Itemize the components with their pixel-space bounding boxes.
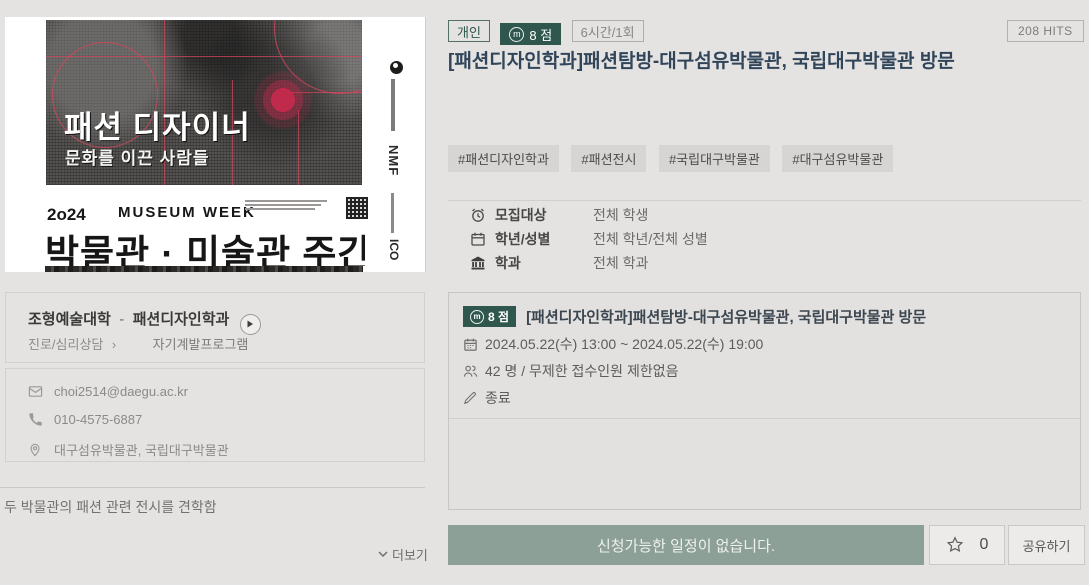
points-label: 8 점 <box>529 25 552 44</box>
phone-row: 010-4575-6887 <box>28 412 424 427</box>
poster-decor-line <box>46 56 362 57</box>
poster-title: 패션 디자이너 <box>64 102 251 147</box>
department-name: 패션디자인학과 <box>133 311 230 328</box>
info-value: 전체 학과 <box>593 253 648 273</box>
hits-counter: 208 HITS <box>1007 20 1084 42</box>
subcategory-label: 자기계발프로그램 <box>153 337 249 352</box>
info-value: 전체 학생 <box>593 205 648 225</box>
info-row-department: 학과 전체 학과 <box>470 253 648 273</box>
schedule-points-badge: m 8 점 <box>463 306 516 327</box>
schedule-date: 2024.05.22(수) 13:00 ~ 2024.05.22(수) 19:0… <box>485 334 763 354</box>
program-description: 두 박물관의 패션 관련 전시를 견학함 <box>4 497 414 517</box>
poster-side-smalltext <box>391 193 394 233</box>
tag[interactable]: #대구섬유박물관 <box>782 145 893 172</box>
bank-icon <box>470 255 487 271</box>
poster-side-ico: ICO <box>387 239 401 260</box>
star-icon <box>946 536 964 554</box>
phone-value: 010-4575-6887 <box>54 412 142 427</box>
chevron-down-icon <box>378 551 388 558</box>
category-breadcrumb: 진로/심리상담 › 자기계발프로그램 <box>28 334 248 354</box>
schedule-header: m 8 점 [패션디자인학과]패션탐방-대구섬유박물관, 국립대구박물관 방문 <box>463 306 1066 327</box>
organization-title: 조형예술대학 - 패션디자인학과 <box>28 308 261 335</box>
badge-duration: 6시간/1회 <box>572 20 644 42</box>
poster-fine-print <box>245 200 327 212</box>
info-label: 학과 <box>495 253 581 273</box>
college-name: 조형예술대학 <box>28 311 111 328</box>
info-label: 학년/성별 <box>495 229 581 249</box>
organization-box: 조형예술대학 - 패션디자인학과 진로/심리상담 › 자기계발프로그램 <box>5 292 425 363</box>
program-poster-image: 패션 디자이너 문화를 이끈 사람들 2o24 MUSEUM WEEK 박물관 … <box>5 17 426 272</box>
info-divider <box>448 200 1081 201</box>
location-value: 대구섬유박물관, 국립대구박물관 <box>54 440 229 459</box>
info-row-target: 모집대상 전체 학생 <box>470 205 648 225</box>
tag[interactable]: #패션디자인학과 <box>448 145 559 172</box>
apply-button[interactable]: 신청가능한 일정이 없습니다. <box>448 525 924 565</box>
pen-icon <box>463 391 478 405</box>
poster-qr-code <box>346 197 368 219</box>
location-row: 대구섬유박물관, 국립대구박물관 <box>28 440 424 459</box>
schedule-title: [패션디자인학과]패션탐방-대구섬유박물관, 국립대구박물관 방문 <box>526 306 926 327</box>
schedule-points-label: 8 점 <box>488 308 509 325</box>
poster-bottom-strip <box>45 266 363 272</box>
more-button[interactable]: 더보기 <box>378 545 428 564</box>
favorite-button[interactable]: 0 <box>929 525 1005 565</box>
mail-icon <box>28 384 45 399</box>
ministry-logo-text <box>391 79 395 131</box>
schedule-status: 종료 <box>485 388 511 408</box>
tag[interactable]: #패션전시 <box>571 145 646 172</box>
category-label: 진로/심리상담 <box>28 337 103 352</box>
page-title: [패션디자인학과]패션탐방-대구섬유박물관, 국립대구박물관 방문 <box>448 46 1068 73</box>
poster-year: 2o24 <box>47 205 86 225</box>
info-value: 전체 학년/전체 성별 <box>593 229 708 249</box>
calendar-icon <box>463 337 478 352</box>
info-label: 모집대상 <box>495 205 581 225</box>
poster-week: MUSEUM WEEK <box>118 204 256 221</box>
schedule-card-divider <box>449 418 1080 419</box>
mileage-icon: m <box>509 27 524 42</box>
poster-decor-splat <box>251 68 315 132</box>
map-pin-icon <box>28 443 45 457</box>
poster-side-nmf: NMF <box>386 145 401 176</box>
more-label: 더보기 <box>392 545 428 564</box>
phone-icon <box>28 413 45 427</box>
schedule-capacity-row: 42 명 / 무제한 접수인원 제한없음 <box>463 361 1066 381</box>
share-button[interactable]: 공유하기 <box>1008 525 1085 565</box>
schedule-status-row: 종료 <box>463 388 1066 408</box>
calendar-icon <box>470 231 487 247</box>
expand-org-button[interactable] <box>240 314 261 335</box>
poster-subtitle: 문화를 이끈 사람들 <box>65 144 210 169</box>
org-separator: - <box>119 311 124 328</box>
alarm-clock-icon <box>470 207 487 223</box>
people-icon <box>463 364 478 379</box>
description-divider <box>0 487 425 488</box>
info-row-grade-gender: 학년/성별 전체 학년/전체 성별 <box>470 229 708 249</box>
play-icon <box>246 320 254 328</box>
schedule-date-row: 2024.05.22(수) 13:00 ~ 2024.05.22(수) 19:0… <box>463 334 1066 354</box>
email-value: choi2514@daegu.ac.kr <box>54 384 188 399</box>
tag-row: #패션디자인학과 #패션전시 #국립대구박물관 #대구섬유박물관 <box>448 145 901 172</box>
badge-row: 개인 m 8 점 6시간/1회 <box>448 20 650 45</box>
ministry-logo-icon <box>390 61 403 74</box>
badge-points: m 8 점 <box>500 23 561 45</box>
favorite-count: 0 <box>980 536 989 554</box>
email-row: choi2514@daegu.ac.kr <box>28 384 424 399</box>
poster-big-text: 박물관 · 미술관 주간 <box>45 223 365 266</box>
program-detail-page: 패션 디자이너 문화를 이끈 사람들 2o24 MUSEUM WEEK 박물관 … <box>0 0 1089 585</box>
tag[interactable]: #국립대구박물관 <box>659 145 770 172</box>
share-label: 공유하기 <box>1023 536 1071 555</box>
contact-box: choi2514@daegu.ac.kr 010-4575-6887 대구섬유박… <box>5 368 425 462</box>
badge-personal: 개인 <box>448 20 490 42</box>
schedule-capacity: 42 명 / 무제한 접수인원 제한없음 <box>485 361 678 381</box>
poster-photo-block: 패션 디자이너 문화를 이끈 사람들 <box>46 20 362 185</box>
breadcrumb-arrow: › <box>112 337 116 352</box>
schedule-card: m 8 점 [패션디자인학과]패션탐방-대구섬유박물관, 국립대구박물관 방문 … <box>448 292 1081 510</box>
mileage-icon: m <box>470 310 484 324</box>
